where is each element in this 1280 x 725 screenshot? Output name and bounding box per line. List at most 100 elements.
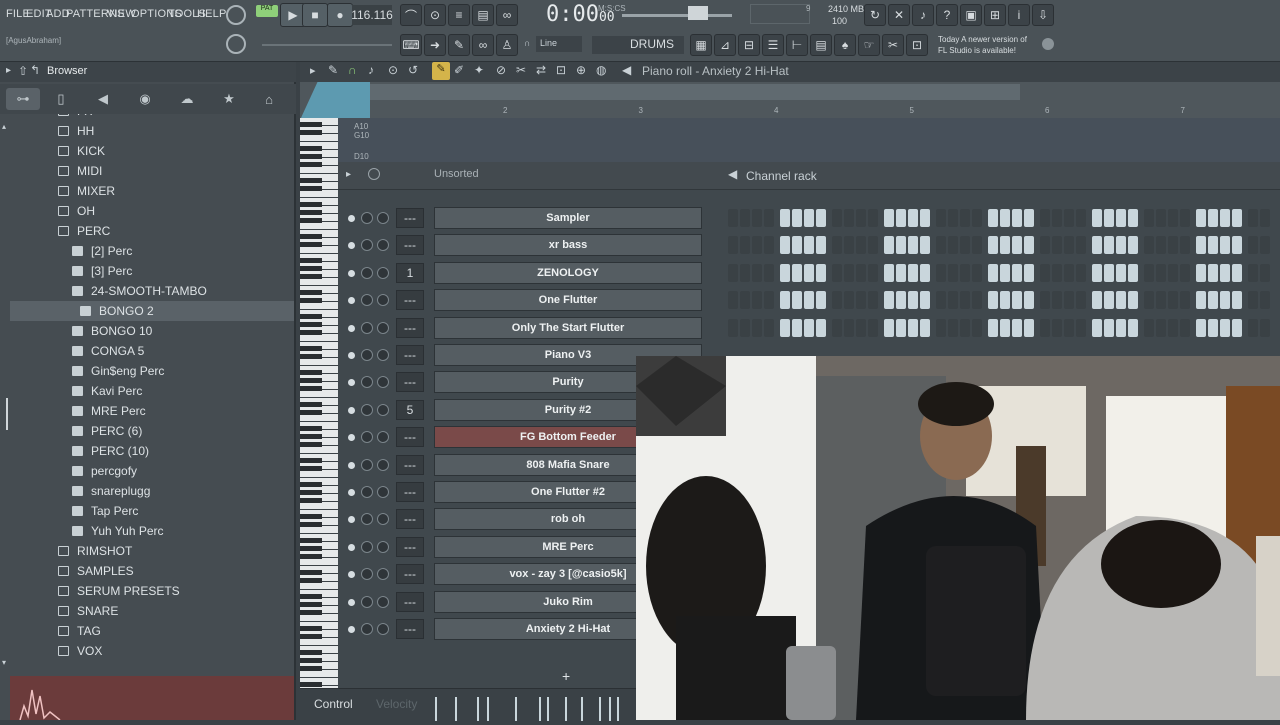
browser-pack[interactable]: BONGO 10	[0, 321, 294, 341]
step-button[interactable]	[1052, 263, 1062, 282]
step-button[interactable]	[792, 209, 802, 227]
channel-pan-knob[interactable]	[361, 486, 373, 498]
channel-pan-knob[interactable]	[361, 212, 373, 224]
black-key[interactable]	[300, 522, 322, 527]
channel-mixer-track[interactable]: ---	[396, 290, 424, 311]
channel-volume-knob[interactable]	[377, 266, 389, 279]
paint-tool-icon[interactable]: ✐	[454, 63, 464, 77]
browser-pack[interactable]: Yuh Yuh Perc	[0, 521, 294, 541]
delete-icon[interactable]: ✂	[882, 34, 904, 56]
master-pitch-slider[interactable]	[622, 14, 732, 17]
black-key[interactable]	[300, 434, 322, 439]
white-key[interactable]	[300, 222, 338, 229]
step-button[interactable]	[1168, 291, 1178, 310]
step-button[interactable]	[896, 291, 906, 310]
black-key[interactable]	[300, 122, 322, 127]
cloud-icon[interactable]: ☁	[176, 88, 198, 110]
globe-tab-icon[interactable]: ◉	[134, 88, 156, 110]
channel-group-select[interactable]: Unsorted	[434, 168, 702, 184]
step-button[interactable]	[728, 263, 738, 282]
black-key[interactable]	[300, 442, 322, 447]
pattern-mode-button[interactable]: PAT	[256, 5, 278, 17]
channel-volume-knob[interactable]	[377, 486, 389, 498]
channel-mute-led[interactable]	[348, 489, 355, 496]
step-button[interactable]	[1064, 263, 1074, 282]
browser-pack[interactable]: MRE Perc	[0, 401, 294, 421]
browser-pack[interactable]: 24-SMOOTH-TAMBO	[0, 281, 294, 301]
typing-keyboard-icon[interactable]: ⌨	[400, 34, 422, 56]
channel-name-button[interactable]: One Flutter	[434, 289, 702, 312]
select-tool-icon[interactable]: ⊡	[556, 63, 566, 77]
step-button[interactable]	[1116, 236, 1126, 255]
step-button[interactable]	[764, 209, 774, 227]
browser-folder[interactable]: RIMSHOT	[0, 541, 294, 561]
draw-tool-icon[interactable]: ✎	[432, 62, 450, 80]
channel-volume-knob[interactable]	[377, 321, 389, 334]
undo-icon[interactable]: ↺	[408, 63, 418, 77]
loop-region-bar[interactable]	[370, 84, 1020, 100]
wait-input-icon[interactable]: ⊙	[424, 4, 446, 26]
white-key[interactable]	[300, 334, 338, 341]
step-button[interactable]	[1220, 291, 1230, 310]
step-button[interactable]	[1168, 209, 1178, 227]
step-button[interactable]	[752, 236, 762, 255]
white-key[interactable]	[300, 470, 338, 477]
step-button[interactable]	[1000, 236, 1010, 255]
browser-folder[interactable]: SERUM PRESETS	[0, 581, 294, 601]
step-button[interactable]	[1064, 236, 1074, 255]
browser-pack[interactable]: snareplugg	[0, 481, 294, 501]
step-button[interactable]	[780, 318, 790, 337]
step-button[interactable]	[884, 209, 894, 227]
piano-keyboard[interactable]	[300, 118, 338, 693]
plugin-picker-icon[interactable]: ♠	[834, 34, 856, 56]
record-button[interactable]: ●	[327, 3, 353, 27]
white-key[interactable]	[300, 526, 338, 533]
step-button[interactable]	[1196, 291, 1206, 310]
white-key[interactable]	[300, 246, 338, 253]
step-button[interactable]	[816, 236, 826, 255]
channel-mute-led[interactable]	[348, 297, 355, 305]
step-button[interactable]	[1232, 209, 1242, 227]
step-button[interactable]	[1076, 291, 1086, 310]
menu-arrow-icon[interactable]: ▸	[310, 64, 316, 77]
step-button[interactable]	[988, 209, 998, 227]
step-button[interactable]	[728, 236, 738, 255]
browser-pack[interactable]: Kavi Perc	[0, 381, 294, 401]
black-key[interactable]	[300, 498, 322, 503]
step-button[interactable]	[1208, 209, 1218, 227]
channel-mute-led[interactable]	[348, 269, 355, 277]
black-key[interactable]	[300, 634, 322, 639]
step-button[interactable]	[1208, 236, 1218, 255]
step-button[interactable]	[1012, 291, 1022, 310]
step-button[interactable]	[752, 291, 762, 310]
step-button[interactable]	[1180, 263, 1190, 282]
step-button[interactable]	[1168, 263, 1178, 282]
step-button[interactable]	[752, 209, 762, 227]
step-button[interactable]	[1144, 263, 1154, 282]
step-button[interactable]	[1040, 291, 1050, 310]
step-button[interactable]	[1000, 318, 1010, 337]
step-button[interactable]	[1248, 263, 1258, 282]
step-button[interactable]	[908, 236, 918, 255]
browser-pack[interactable]: PERC (6)	[0, 421, 294, 441]
slice-tool-icon[interactable]: ✂	[516, 63, 526, 77]
step-button[interactable]	[1260, 209, 1270, 227]
step-button[interactable]	[988, 291, 998, 310]
white-key[interactable]	[300, 638, 338, 645]
black-key[interactable]	[300, 682, 322, 687]
white-key[interactable]	[300, 278, 338, 285]
note-icon[interactable]: ♪	[368, 63, 374, 77]
channel-pan-knob[interactable]	[361, 595, 373, 608]
channel-mixer-track[interactable]: ---	[396, 427, 424, 448]
step-button[interactable]	[1128, 291, 1138, 310]
step-button[interactable]	[1104, 291, 1114, 310]
play-circle-icon[interactable]: ⊙	[388, 63, 398, 77]
step-button[interactable]	[804, 291, 814, 310]
browser-pack[interactable]: PERC (10)	[0, 441, 294, 461]
plugin-icon[interactable]: ✕	[888, 4, 910, 26]
mute-tool-icon[interactable]: ⊘	[496, 63, 506, 77]
step-button[interactable]	[868, 236, 878, 255]
step-button[interactable]	[1144, 291, 1154, 310]
white-key[interactable]	[300, 558, 338, 565]
step-button[interactable]	[1116, 291, 1126, 310]
